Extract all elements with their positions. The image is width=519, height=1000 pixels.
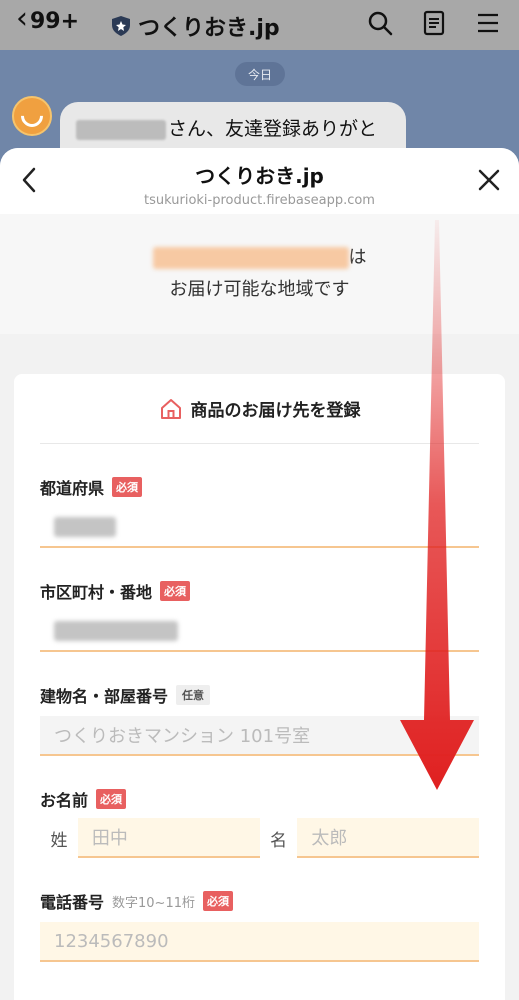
smile-icon xyxy=(16,100,48,132)
sheet-header: つくりおき.jp tsukurioki-product.firebaseapp.… xyxy=(0,148,519,214)
required-badge: 必須 xyxy=(203,891,233,911)
optional-badge: 任意 xyxy=(176,685,211,705)
phone-hint: 数字10~11桁 xyxy=(112,895,195,911)
date-separator: 今日 xyxy=(235,62,285,86)
avatar[interactable] xyxy=(12,96,52,136)
chevron-left-icon[interactable] xyxy=(18,166,42,194)
name-field: お名前 必須 姓 田中 名 太郎 xyxy=(40,788,479,858)
phone-field: 電話番号 数字10~11桁 必須 1234567890 xyxy=(40,890,479,962)
phone-input[interactable]: 1234567890 xyxy=(40,922,479,962)
note-icon[interactable] xyxy=(421,10,447,36)
blurred-name xyxy=(76,119,166,140)
blurred-value xyxy=(54,621,178,641)
arrow-down-icon xyxy=(400,220,474,790)
last-name-input[interactable]: 田中 xyxy=(77,818,260,858)
required-badge: 必須 xyxy=(112,477,143,497)
menu-icon[interactable] xyxy=(475,10,501,36)
first-name-input[interactable]: 太郎 xyxy=(297,818,479,858)
home-icon xyxy=(160,398,181,419)
unread-count: 99+ xyxy=(30,8,80,34)
chevron-left-icon: ‹ xyxy=(16,1,28,36)
first-name-prefix: 名 xyxy=(269,830,287,851)
back-button[interactable]: ‹ 99+ xyxy=(16,4,80,34)
chat-title: つくりおき.jp xyxy=(112,10,280,42)
required-badge: 必須 xyxy=(96,789,127,809)
shield-icon xyxy=(112,16,130,36)
close-icon[interactable] xyxy=(477,168,501,192)
last-name-prefix: 姓 xyxy=(50,830,68,851)
required-badge: 必須 xyxy=(160,581,191,601)
line-header: ‹ 99+ つくりおき.jp xyxy=(0,0,519,50)
sheet-domain: tsukurioki-product.firebaseapp.com xyxy=(144,193,375,208)
search-icon[interactable] xyxy=(367,10,393,36)
blurred-value xyxy=(54,517,116,537)
blurred-address xyxy=(152,247,349,269)
sheet-title: つくりおき.jp xyxy=(195,164,324,188)
